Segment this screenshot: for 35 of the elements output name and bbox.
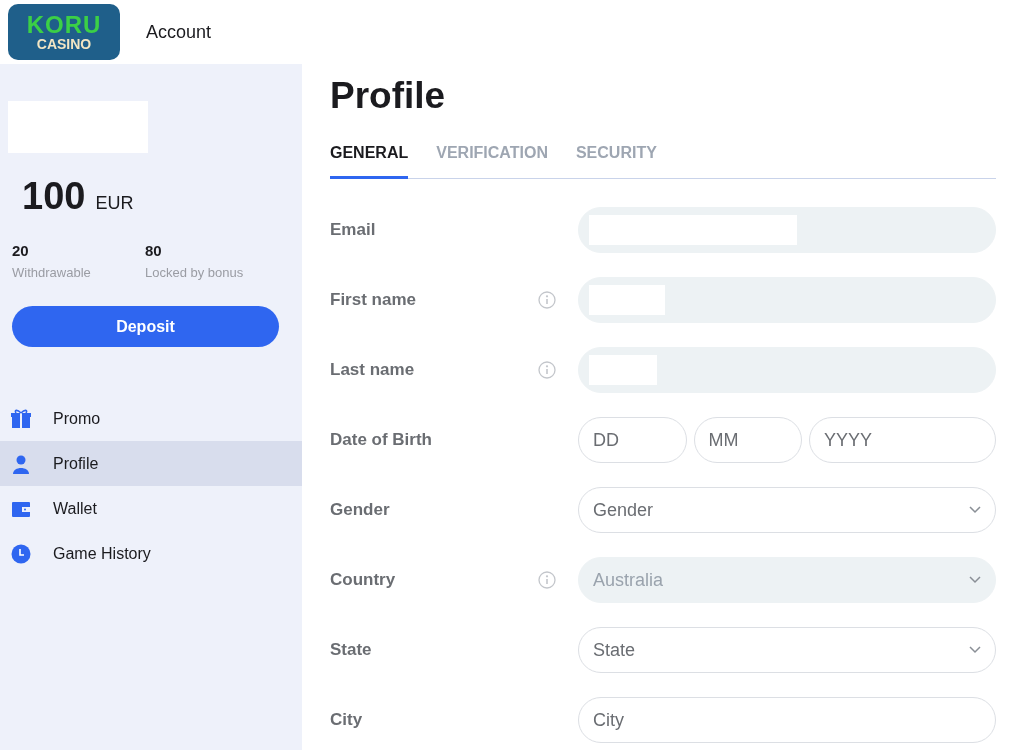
sub-balance-value: 20 bbox=[12, 242, 30, 259]
field-label: City bbox=[330, 710, 364, 730]
deposit-button[interactable]: Deposit bbox=[12, 306, 279, 347]
balance-currency: EUR bbox=[95, 193, 134, 214]
nav-item[interactable]: Wallet bbox=[0, 486, 302, 531]
sub-balance-label: Withdrawable bbox=[12, 265, 92, 280]
field-label: Last name bbox=[330, 360, 416, 380]
nav-item[interactable]: Profile bbox=[0, 441, 302, 486]
chevron-down-icon bbox=[969, 506, 981, 514]
field-label: Country bbox=[330, 570, 397, 590]
user-icon bbox=[11, 453, 31, 474]
logo[interactable]: KORU CASINO bbox=[8, 4, 120, 60]
header-title: Account bbox=[146, 21, 212, 43]
date-field[interactable]: YYYY bbox=[809, 417, 996, 463]
chevron-down-icon bbox=[969, 646, 981, 654]
gift-icon bbox=[11, 408, 31, 429]
field-label: Date of Birth bbox=[330, 430, 433, 450]
nav-item[interactable]: Game History bbox=[0, 531, 302, 576]
field-label: State bbox=[330, 640, 373, 660]
chevron-down-icon bbox=[969, 576, 981, 584]
field-label: First name bbox=[330, 290, 417, 310]
clock-icon bbox=[11, 543, 31, 564]
date-field[interactable]: DD bbox=[578, 417, 687, 463]
select-field[interactable]: Gender bbox=[578, 487, 996, 533]
field-label: Email bbox=[330, 220, 377, 240]
nav-item[interactable]: Promo bbox=[0, 396, 302, 441]
page-title: Profile bbox=[330, 74, 447, 118]
select-field[interactable]: State bbox=[578, 627, 996, 673]
tab[interactable]: GENERAL bbox=[330, 136, 409, 179]
sub-balance-value: 80 bbox=[145, 242, 163, 259]
balance-amount: 100 bbox=[22, 175, 86, 218]
date-field[interactable]: MM bbox=[693, 417, 802, 463]
input-field[interactable]: City bbox=[578, 697, 996, 743]
field-label: Gender bbox=[330, 500, 391, 520]
sub-balance-label: Locked by bonus bbox=[145, 265, 244, 280]
